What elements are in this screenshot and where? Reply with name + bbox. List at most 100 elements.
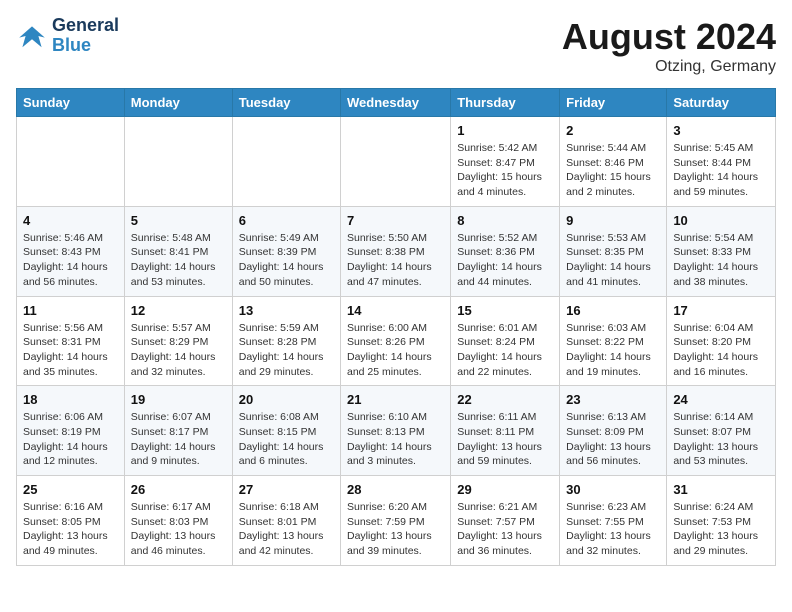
- day-cell: 8 Sunrise: 5:52 AM Sunset: 8:36 PM Daylig…: [451, 206, 560, 296]
- day-number: 4: [23, 213, 118, 228]
- day-info: Sunrise: 5:48 AM Sunset: 8:41 PM Dayligh…: [131, 231, 226, 290]
- week-row-1: 4Sunrise: 5:46 AM Sunset: 8:43 PM Daylig…: [17, 206, 776, 296]
- day-number: 20: [239, 392, 334, 407]
- day-cell: [17, 117, 125, 207]
- title-block: August 2024 Otzing, Germany: [562, 16, 776, 76]
- day-info: Sunrise: 5:50 AM Sunset: 8:38 PM Dayligh…: [347, 231, 444, 290]
- day-number: 24: [673, 392, 769, 407]
- day-number: 26: [131, 482, 226, 497]
- day-cell: 12 Sunrise: 5:57 AM Sunset: 8:29 PM Dayli…: [124, 296, 232, 386]
- day-cell: 14 Sunrise: 6:00 AM Sunset: 8:26 PM Dayli…: [341, 296, 451, 386]
- day-number: 3: [673, 123, 769, 138]
- day-cell: 15 Sunrise: 6:01 AM Sunset: 8:24 PM Dayli…: [451, 296, 560, 386]
- header-day-thursday: Thursday: [451, 89, 560, 117]
- calendar-header: SundayMondayTuesdayWednesdayThursdayFrid…: [17, 89, 776, 117]
- day-number: 1: [457, 123, 553, 138]
- day-number: 16: [566, 303, 660, 318]
- logo: General Blue: [16, 16, 119, 56]
- day-number: 22: [457, 392, 553, 407]
- day-cell: 29Sunrise: 6:21 AM Sunset: 7:57 PM Dayli…: [451, 476, 560, 566]
- day-info: Sunrise: 6:08 AM Sunset: 8:15 PM Dayligh…: [239, 410, 334, 469]
- day-number: 30: [566, 482, 660, 497]
- calendar-title: August 2024: [562, 16, 776, 58]
- day-number: 31: [673, 482, 769, 497]
- day-info: Sunrise: 6:23 AM Sunset: 7:55 PM Dayligh…: [566, 500, 660, 559]
- day-info: Sunrise: 6:00 AM Sunset: 8:26 PM Dayligh…: [347, 321, 444, 380]
- day-cell: [232, 117, 340, 207]
- day-cell: 7 Sunrise: 5:50 AM Sunset: 8:38 PM Daylig…: [341, 206, 451, 296]
- day-cell: 31 Sunrise: 6:24 AM Sunset: 7:53 PM Dayli…: [667, 476, 776, 566]
- day-cell: 23 Sunrise: 6:13 AM Sunset: 8:09 PM Dayli…: [560, 386, 667, 476]
- header-day-sunday: Sunday: [17, 89, 125, 117]
- day-cell: 5 Sunrise: 5:48 AM Sunset: 8:41 PM Daylig…: [124, 206, 232, 296]
- day-info: Sunrise: 6:13 AM Sunset: 8:09 PM Dayligh…: [566, 410, 660, 469]
- day-cell: 6Sunrise: 5:49 AM Sunset: 8:39 PM Daylig…: [232, 206, 340, 296]
- day-cell: 11 Sunrise: 5:56 AM Sunset: 8:31 PM Dayli…: [17, 296, 125, 386]
- day-cell: 19 Sunrise: 6:07 AM Sunset: 8:17 PM Dayli…: [124, 386, 232, 476]
- header-day-saturday: Saturday: [667, 89, 776, 117]
- day-info: Sunrise: 5:49 AM Sunset: 8:39 PM Dayligh…: [239, 231, 334, 290]
- day-number: 5: [131, 213, 226, 228]
- day-info: Sunrise: 6:18 AM Sunset: 8:01 PM Dayligh…: [239, 500, 334, 559]
- day-number: 27: [239, 482, 334, 497]
- day-info: Sunrise: 5:59 AM Sunset: 8:28 PM Dayligh…: [239, 321, 334, 380]
- day-cell: 27 Sunrise: 6:18 AM Sunset: 8:01 PM Dayli…: [232, 476, 340, 566]
- day-info: Sunrise: 5:57 AM Sunset: 8:29 PM Dayligh…: [131, 321, 226, 380]
- day-info: Sunrise: 6:07 AM Sunset: 8:17 PM Dayligh…: [131, 410, 226, 469]
- day-number: 2: [566, 123, 660, 138]
- day-cell: [124, 117, 232, 207]
- day-number: 14: [347, 303, 444, 318]
- day-number: 12: [131, 303, 226, 318]
- day-info: Sunrise: 5:56 AM Sunset: 8:31 PM Dayligh…: [23, 321, 118, 380]
- day-cell: 25 Sunrise: 6:16 AM Sunset: 8:05 PM Dayli…: [17, 476, 125, 566]
- calendar-table: SundayMondayTuesdayWednesdayThursdayFrid…: [16, 88, 776, 566]
- day-info: Sunrise: 5:44 AM Sunset: 8:46 PM Dayligh…: [566, 141, 660, 200]
- day-info: Sunrise: 6:10 AM Sunset: 8:13 PM Dayligh…: [347, 410, 444, 469]
- logo-text: General Blue: [52, 16, 119, 56]
- day-cell: 4Sunrise: 5:46 AM Sunset: 8:43 PM Daylig…: [17, 206, 125, 296]
- day-info: Sunrise: 6:21 AM Sunset: 7:57 PM Dayligh…: [457, 500, 553, 559]
- day-cell: 9Sunrise: 5:53 AM Sunset: 8:35 PM Daylig…: [560, 206, 667, 296]
- day-info: Sunrise: 5:45 AM Sunset: 8:44 PM Dayligh…: [673, 141, 769, 200]
- day-number: 11: [23, 303, 118, 318]
- day-cell: 13Sunrise: 5:59 AM Sunset: 8:28 PM Dayli…: [232, 296, 340, 386]
- day-cell: 21 Sunrise: 6:10 AM Sunset: 8:13 PM Dayli…: [341, 386, 451, 476]
- day-info: Sunrise: 6:16 AM Sunset: 8:05 PM Dayligh…: [23, 500, 118, 559]
- day-info: Sunrise: 6:24 AM Sunset: 7:53 PM Dayligh…: [673, 500, 769, 559]
- calendar-body: 1Sunrise: 5:42 AM Sunset: 8:47 PM Daylig…: [17, 117, 776, 566]
- day-info: Sunrise: 6:06 AM Sunset: 8:19 PM Dayligh…: [23, 410, 118, 469]
- day-info: Sunrise: 6:04 AM Sunset: 8:20 PM Dayligh…: [673, 321, 769, 380]
- day-number: 19: [131, 392, 226, 407]
- day-info: Sunrise: 6:01 AM Sunset: 8:24 PM Dayligh…: [457, 321, 553, 380]
- day-number: 23: [566, 392, 660, 407]
- day-info: Sunrise: 6:03 AM Sunset: 8:22 PM Dayligh…: [566, 321, 660, 380]
- day-number: 15: [457, 303, 553, 318]
- page-header: General Blue August 2024 Otzing, Germany: [16, 16, 776, 76]
- day-cell: 24 Sunrise: 6:14 AM Sunset: 8:07 PM Dayli…: [667, 386, 776, 476]
- header-row: SundayMondayTuesdayWednesdayThursdayFrid…: [17, 89, 776, 117]
- week-row-2: 11 Sunrise: 5:56 AM Sunset: 8:31 PM Dayli…: [17, 296, 776, 386]
- day-number: 17: [673, 303, 769, 318]
- day-number: 28: [347, 482, 444, 497]
- header-day-tuesday: Tuesday: [232, 89, 340, 117]
- week-row-0: 1Sunrise: 5:42 AM Sunset: 8:47 PM Daylig…: [17, 117, 776, 207]
- day-number: 10: [673, 213, 769, 228]
- day-cell: 10Sunrise: 5:54 AM Sunset: 8:33 PM Dayli…: [667, 206, 776, 296]
- day-cell: 28 Sunrise: 6:20 AM Sunset: 7:59 PM Dayli…: [341, 476, 451, 566]
- day-number: 25: [23, 482, 118, 497]
- day-number: 7: [347, 213, 444, 228]
- day-cell: [341, 117, 451, 207]
- day-info: Sunrise: 6:20 AM Sunset: 7:59 PM Dayligh…: [347, 500, 444, 559]
- day-number: 8: [457, 213, 553, 228]
- header-day-wednesday: Wednesday: [341, 89, 451, 117]
- day-cell: 26 Sunrise: 6:17 AM Sunset: 8:03 PM Dayli…: [124, 476, 232, 566]
- day-info: Sunrise: 6:17 AM Sunset: 8:03 PM Dayligh…: [131, 500, 226, 559]
- week-row-4: 25 Sunrise: 6:16 AM Sunset: 8:05 PM Dayli…: [17, 476, 776, 566]
- day-info: Sunrise: 5:52 AM Sunset: 8:36 PM Dayligh…: [457, 231, 553, 290]
- day-info: Sunrise: 6:14 AM Sunset: 8:07 PM Dayligh…: [673, 410, 769, 469]
- day-number: 21: [347, 392, 444, 407]
- week-row-3: 18Sunrise: 6:06 AM Sunset: 8:19 PM Dayli…: [17, 386, 776, 476]
- day-cell: 3 Sunrise: 5:45 AM Sunset: 8:44 PM Daylig…: [667, 117, 776, 207]
- day-cell: 18Sunrise: 6:06 AM Sunset: 8:19 PM Dayli…: [17, 386, 125, 476]
- day-cell: 30 Sunrise: 6:23 AM Sunset: 7:55 PM Dayli…: [560, 476, 667, 566]
